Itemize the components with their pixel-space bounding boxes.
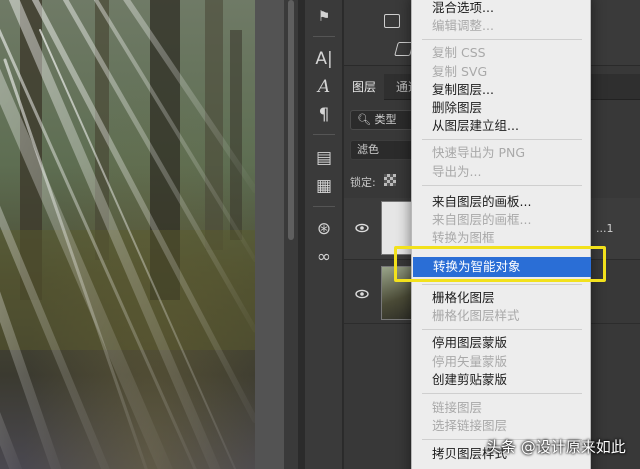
menu-item-select-linked-layers[interactable]: 选择链接图层 — [412, 417, 592, 435]
3d-icon[interactable]: ⊛ — [305, 216, 343, 242]
canvas-pasteboard — [255, 0, 285, 469]
menu-separator — [422, 393, 582, 394]
menu-item-edit-adjustment[interactable]: 编辑调整... — [412, 17, 592, 35]
watermark: 头条 @设计原来如此 — [486, 438, 626, 456]
menu-item-copy-svg[interactable]: 复制 SVG — [412, 63, 592, 81]
visibility-eye-icon[interactable] — [355, 288, 369, 302]
lock-label: 锁定: — [350, 176, 376, 189]
text-icon[interactable]: A — [305, 74, 343, 100]
menu-item-blending-options[interactable]: 混合选项... — [412, 0, 592, 17]
menu-item-convert-to-frame[interactable]: 转换为图框 — [412, 229, 592, 247]
layer-filter-select[interactable]: 🔍︎ 类型 — [350, 110, 414, 130]
menu-separator — [422, 185, 582, 186]
character-icon[interactable]: A| — [305, 46, 343, 72]
document-canvas[interactable] — [0, 0, 255, 469]
menu-separator — [422, 39, 582, 40]
annotation-highlight-box — [394, 246, 606, 282]
document-icon[interactable]: ▦ — [305, 173, 343, 199]
creative-cloud-icon[interactable]: ∞ — [305, 244, 343, 270]
lock-transparency-icon[interactable] — [384, 174, 396, 186]
menu-item-disable-vector-mask[interactable]: 停用矢量蒙版 — [412, 353, 592, 371]
menu-item-delete-layer[interactable]: 删除图层 — [412, 99, 592, 117]
menu-item-artboard-from-layers[interactable]: 来自图层的画板... — [412, 193, 592, 211]
visibility-eye-icon[interactable] — [355, 222, 369, 236]
layer-filter-value: 类型 — [374, 113, 397, 126]
menu-item-group-from-layers[interactable]: 从图层建立组... — [412, 117, 592, 135]
character-style-icon[interactable]: ⚑ — [305, 4, 343, 30]
menu-separator — [422, 139, 582, 140]
layer-context-menu: 混合选项... 编辑调整... 复制 CSS 复制 SVG 复制图层... 删除… — [411, 0, 591, 469]
menu-item-create-clipping-mask[interactable]: 创建剪贴蒙版 — [412, 371, 592, 389]
menu-item-rasterize-layer-style[interactable]: 栅格化图层样式 — [412, 307, 592, 325]
menu-item-rasterize-layer[interactable]: 栅格化图层 — [412, 289, 592, 307]
search-icon: 🔍︎ — [357, 113, 371, 126]
menu-item-export-as[interactable]: 导出为... — [412, 163, 592, 181]
divider — [313, 134, 335, 135]
menu-item-frame-from-layers[interactable]: 来自图层的画框... — [412, 211, 592, 229]
divider — [313, 206, 335, 207]
menu-item-disable-layer-mask[interactable]: 停用图层蒙版 — [412, 334, 592, 352]
menu-item-quick-export-png[interactable]: 快速导出为 PNG — [412, 144, 592, 162]
scrollbar-thumb[interactable] — [288, 0, 294, 240]
menu-item-copy-css[interactable]: 复制 CSS — [412, 44, 592, 62]
forest-photo — [0, 0, 255, 469]
menu-separator — [422, 329, 582, 330]
divider — [313, 36, 335, 37]
library-icon[interactable]: ▤ — [305, 145, 343, 171]
layer-name: ...1 — [596, 222, 614, 235]
blend-mode-select[interactable]: 滤色 — [350, 140, 414, 160]
tab-layers[interactable]: 图层 — [344, 74, 385, 100]
menu-item-duplicate-layer[interactable]: 复制图层... — [412, 81, 592, 99]
grid-icon[interactable] — [384, 14, 400, 28]
panel-icons-column: ⚑ A| A ¶ ▤ ▦ ⊛ ∞ — [305, 0, 343, 469]
menu-separator — [422, 284, 582, 285]
paragraph-icon[interactable]: ¶ — [305, 102, 343, 128]
menu-item-link-layers[interactable]: 链接图层 — [412, 399, 592, 417]
blend-mode-value: 滤色 — [357, 143, 379, 156]
